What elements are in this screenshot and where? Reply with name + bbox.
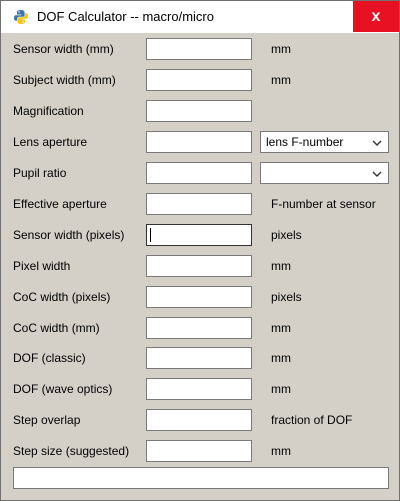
- close-button[interactable]: x: [353, 1, 399, 32]
- row-pixel-width: Pixel width mm: [1, 255, 399, 279]
- sensor-width-pixels-input[interactable]: [146, 224, 252, 246]
- unit-label: fraction of DOF: [271, 413, 353, 427]
- window-title: DOF Calculator -- macro/micro: [37, 9, 214, 24]
- unit-label: mm: [271, 73, 291, 87]
- field-label: CoC width (mm): [13, 321, 100, 335]
- chevron-down-icon: [372, 166, 382, 177]
- field-label: Lens aperture: [13, 135, 88, 149]
- row-lens-aperture: Lens aperture lens F-number: [1, 131, 399, 155]
- field-label: Effective aperture: [13, 197, 107, 211]
- title-bar: DOF Calculator -- macro/micro x: [1, 1, 399, 33]
- field-label: DOF (wave optics): [13, 382, 113, 396]
- pupil-ratio-input[interactable]: [146, 162, 252, 184]
- step-size-input[interactable]: [146, 440, 252, 462]
- unit-label: F-number at sensor: [271, 197, 376, 211]
- coc-width-mm-input[interactable]: [146, 317, 252, 339]
- status-field[interactable]: [13, 467, 389, 489]
- unit-label: pixels: [271, 228, 302, 242]
- unit-label: pixels: [271, 290, 302, 304]
- row-subject-width-mm: Subject width (mm) mm: [1, 69, 399, 93]
- row-magnification: Magnification: [1, 100, 399, 124]
- dof-wave-optics-input[interactable]: [146, 378, 252, 400]
- row-coc-width-mm: CoC width (mm) mm: [1, 317, 399, 341]
- unit-label: mm: [271, 42, 291, 56]
- dof-classic-input[interactable]: [146, 347, 252, 369]
- unit-label: mm: [271, 444, 291, 458]
- row-dof-classic: DOF (classic) mm: [1, 347, 399, 371]
- subject-width-mm-input[interactable]: [146, 69, 252, 91]
- lens-aperture-input[interactable]: [146, 131, 252, 153]
- row-step-size: Step size (suggested) mm: [1, 440, 399, 464]
- field-label: Subject width (mm): [13, 73, 116, 87]
- field-label: Magnification: [13, 104, 84, 118]
- text-caret: [150, 228, 151, 242]
- row-pupil-ratio: Pupil ratio: [1, 162, 399, 186]
- row-sensor-width-pixels: Sensor width (pixels) pixels: [1, 224, 399, 248]
- field-label: DOF (classic): [13, 351, 86, 365]
- python-icon: [13, 9, 29, 25]
- field-label: Sensor width (pixels): [13, 228, 125, 242]
- chevron-down-icon: [372, 135, 382, 146]
- pixel-width-input[interactable]: [146, 255, 252, 277]
- row-dof-wave-optics: DOF (wave optics) mm: [1, 378, 399, 402]
- field-label: CoC width (pixels): [13, 290, 111, 304]
- unit-label: mm: [271, 382, 291, 396]
- field-label: Step size (suggested): [13, 444, 130, 458]
- dof-calculator-window: DOF Calculator -- macro/micro x Sensor w…: [0, 0, 400, 501]
- row-sensor-width-mm: Sensor width (mm) mm: [1, 38, 399, 62]
- step-overlap-input[interactable]: [146, 409, 252, 431]
- row-step-overlap: Step overlap fraction of DOF: [1, 409, 399, 433]
- unit-label: mm: [271, 259, 291, 273]
- unit-label: mm: [271, 321, 291, 335]
- aperture-type-select[interactable]: lens F-number: [260, 131, 389, 153]
- field-label: Pupil ratio: [13, 166, 67, 180]
- coc-width-pixels-input[interactable]: [146, 286, 252, 308]
- pupil-ratio-select[interactable]: [260, 162, 389, 184]
- unit-label: mm: [271, 351, 291, 365]
- aperture-type-selected: lens F-number: [266, 135, 344, 149]
- row-coc-width-pixels: CoC width (pixels) pixels: [1, 286, 399, 310]
- magnification-input[interactable]: [146, 100, 252, 122]
- sensor-width-mm-input[interactable]: [146, 38, 252, 60]
- field-label: Step overlap: [13, 413, 81, 427]
- row-effective-aperture: Effective aperture F-number at sensor: [1, 193, 399, 217]
- field-label: Sensor width (mm): [13, 42, 114, 56]
- effective-aperture-input[interactable]: [146, 193, 252, 215]
- field-label: Pixel width: [13, 259, 71, 273]
